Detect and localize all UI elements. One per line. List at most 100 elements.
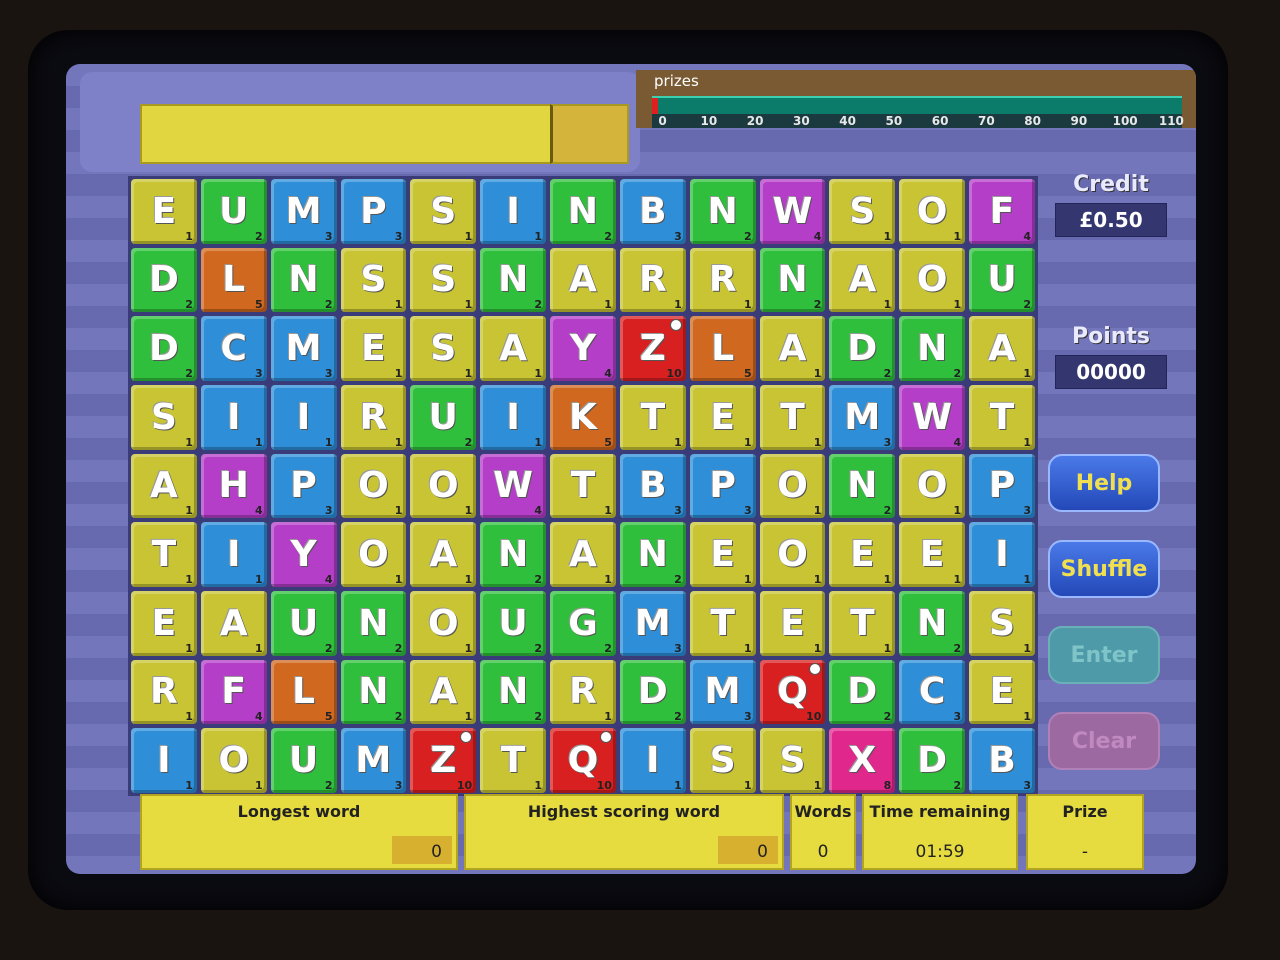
letter-tile[interactable]: E1 [759,590,826,656]
letter-tile[interactable]: B3 [619,453,686,519]
letter-tile[interactable]: A1 [550,247,616,313]
letter-tile[interactable]: U2 [270,728,337,793]
letter-tile[interactable]: W4 [759,179,826,244]
letter-tile[interactable]: T1 [550,453,616,519]
letter-tile[interactable]: N2 [480,247,547,313]
letter-tile[interactable]: R1 [689,247,756,313]
letter-tile[interactable]: L5 [270,659,337,725]
letter-tile[interactable]: Q 10 [759,659,826,725]
letter-tile[interactable]: E1 [340,316,407,381]
letter-tile[interactable]: F4 [969,179,1035,244]
letter-tile[interactable]: X8 [829,728,896,793]
letter-tile[interactable]: M3 [829,384,896,450]
letter-tile[interactable]: B3 [969,728,1035,793]
letter-tile[interactable]: R1 [619,247,686,313]
letter-tile[interactable]: I1 [480,384,547,450]
letter-tile[interactable]: W4 [899,384,966,450]
letter-tile[interactable]: R1 [131,659,197,725]
letter-tile[interactable]: N2 [689,179,756,244]
letter-tile[interactable]: M3 [340,728,407,793]
letter-tile[interactable]: U2 [410,384,477,450]
letter-tile[interactable]: O1 [759,522,826,587]
letter-tile[interactable]: S1 [410,247,477,313]
letter-tile[interactable]: R1 [550,659,616,725]
letter-tile[interactable]: C3 [899,659,966,725]
letter-tile[interactable]: E1 [131,179,197,244]
letter-tile[interactable]: P3 [270,453,337,519]
letter-tile[interactable]: I1 [200,384,267,450]
letter-tile[interactable]: S1 [829,179,896,244]
letter-tile[interactable]: O1 [759,453,826,519]
letter-tile[interactable]: T1 [619,384,686,450]
letter-tile[interactable]: E1 [689,522,756,587]
letter-tile[interactable]: T1 [131,522,197,587]
letter-tile[interactable]: O1 [340,453,407,519]
letter-tile[interactable]: O1 [410,453,477,519]
letter-tile[interactable]: W4 [480,453,547,519]
letter-tile[interactable]: N2 [759,247,826,313]
letter-tile[interactable]: O1 [899,179,966,244]
letter-tile[interactable]: N2 [340,590,407,656]
letter-tile[interactable]: M3 [270,179,337,244]
letter-tile[interactable]: T1 [689,590,756,656]
letter-tile[interactable]: U2 [270,590,337,656]
letter-tile[interactable]: Z 10 [619,316,686,381]
letter-tile[interactable]: D2 [619,659,686,725]
letter-tile[interactable]: O1 [899,453,966,519]
letter-tile[interactable]: Q 10 [550,728,616,793]
letter-tile[interactable]: N2 [270,247,337,313]
letter-tile[interactable]: D2 [829,659,896,725]
letter-tile[interactable]: A1 [410,659,477,725]
letter-tile[interactable]: E1 [969,659,1035,725]
letter-tile[interactable]: S1 [759,728,826,793]
letter-tile[interactable]: U2 [200,179,267,244]
letter-tile[interactable]: A1 [131,453,197,519]
letter-tile[interactable]: E1 [131,590,197,656]
letter-tile[interactable]: H4 [200,453,267,519]
letter-tile[interactable]: U2 [480,590,547,656]
letter-tile[interactable]: T1 [759,384,826,450]
help-button[interactable]: Help [1048,454,1160,512]
letter-tile[interactable]: M3 [619,590,686,656]
letter-tile[interactable]: E1 [899,522,966,587]
letter-tile[interactable]: A1 [550,522,616,587]
letter-tile[interactable]: T1 [829,590,896,656]
letter-tile[interactable]: Y4 [270,522,337,587]
letter-tile[interactable]: I1 [200,522,267,587]
letter-tile[interactable]: P3 [340,179,407,244]
letter-tile[interactable]: N2 [480,659,547,725]
letter-tile[interactable]: B3 [619,179,686,244]
letter-tile[interactable]: N2 [899,316,966,381]
letter-tile[interactable]: Y4 [550,316,616,381]
letter-tile[interactable]: O1 [410,590,477,656]
letter-tile[interactable]: C3 [200,316,267,381]
letter-tile[interactable]: N2 [619,522,686,587]
letter-tile[interactable]: A1 [969,316,1035,381]
letter-tile[interactable]: P3 [689,453,756,519]
letter-tile[interactable]: A1 [829,247,896,313]
letter-tile[interactable]: G2 [550,590,616,656]
letter-tile[interactable]: R1 [340,384,407,450]
letter-tile[interactable]: F4 [200,659,267,725]
letter-tile[interactable]: S1 [410,316,477,381]
letter-tile[interactable]: T1 [969,384,1035,450]
shuffle-button[interactable]: Shuffle [1048,540,1160,598]
letter-tile[interactable]: M3 [270,316,337,381]
letter-tile[interactable]: A1 [200,590,267,656]
letter-tile[interactable]: O1 [340,522,407,587]
clear-button[interactable]: Clear [1048,712,1160,770]
letter-tile[interactable]: I1 [480,179,547,244]
letter-tile[interactable]: T1 [480,728,547,793]
letter-tile[interactable]: P3 [969,453,1035,519]
letter-tile[interactable]: I1 [969,522,1035,587]
letter-tile[interactable]: I1 [131,728,197,793]
letter-tile[interactable]: L5 [689,316,756,381]
letter-tile[interactable]: D2 [131,316,197,381]
letter-tile[interactable]: L5 [200,247,267,313]
letter-tile[interactable]: D2 [899,728,966,793]
letter-tile[interactable]: N2 [899,590,966,656]
letter-tile[interactable]: A1 [480,316,547,381]
letter-tile[interactable]: A1 [410,522,477,587]
letter-tile[interactable]: D2 [829,316,896,381]
letter-tile[interactable]: I1 [270,384,337,450]
